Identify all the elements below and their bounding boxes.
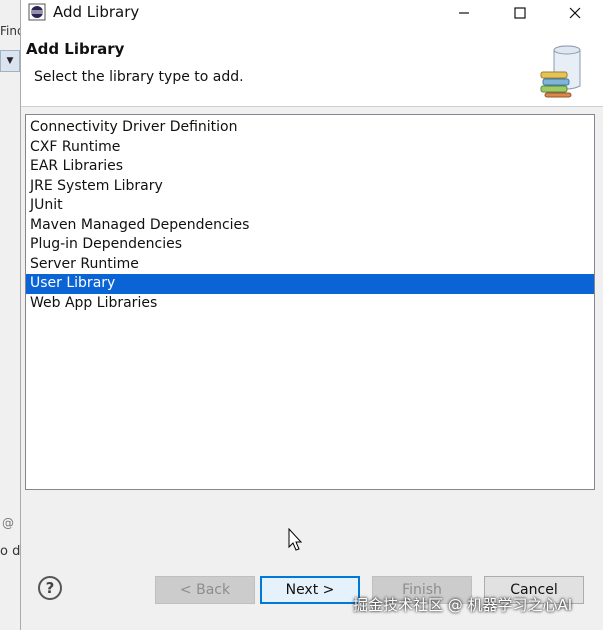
maximize-button[interactable] <box>497 0 543 26</box>
page-title: Add Library <box>26 40 125 58</box>
background-text-fragment: o d <box>0 544 21 559</box>
list-item[interactable]: CXF Runtime <box>26 138 594 158</box>
eclipse-app-icon <box>28 3 46 21</box>
background-text-fragment: @ <box>2 516 14 530</box>
back-button[interactable]: < Back <box>155 576 255 604</box>
library-type-list[interactable]: Connectivity Driver Definition CXF Runtim… <box>25 114 595 490</box>
wizard-header: Add Library Select the library type to a… <box>21 26 603 107</box>
list-item[interactable]: JUnit <box>26 196 594 216</box>
page-description: Select the library type to add. <box>34 69 244 85</box>
minimize-button[interactable] <box>441 0 487 26</box>
background-dropdown-arrow[interactable]: ▼ <box>0 50 20 72</box>
add-library-dialog: Add Library Add Library Select the libra… <box>20 0 603 630</box>
window-title: Add Library <box>53 3 140 21</box>
list-item[interactable]: EAR Libraries <box>26 157 594 177</box>
next-button[interactable]: Next > <box>260 576 360 604</box>
list-item[interactable]: Plug-in Dependencies <box>26 235 594 255</box>
watermark-text: 掘金技术社区 @ 机器学习之心AI <box>353 596 573 614</box>
list-item[interactable]: User Library <box>26 274 594 294</box>
maximize-icon <box>514 7 526 19</box>
title-bar[interactable]: Add Library <box>21 0 603 26</box>
close-icon <box>569 7 581 19</box>
list-item[interactable]: Web App Libraries <box>26 294 594 314</box>
list-item[interactable]: Server Runtime <box>26 255 594 275</box>
list-item[interactable]: Maven Managed Dependencies <box>26 216 594 236</box>
mouse-cursor-icon <box>288 528 303 551</box>
list-item[interactable]: JRE System Library <box>26 177 594 197</box>
list-item[interactable]: Connectivity Driver Definition <box>26 118 594 138</box>
close-button[interactable] <box>552 0 598 26</box>
library-jar-icon <box>540 45 581 98</box>
help-button[interactable]: ? <box>38 576 62 600</box>
minimize-icon <box>459 12 469 14</box>
